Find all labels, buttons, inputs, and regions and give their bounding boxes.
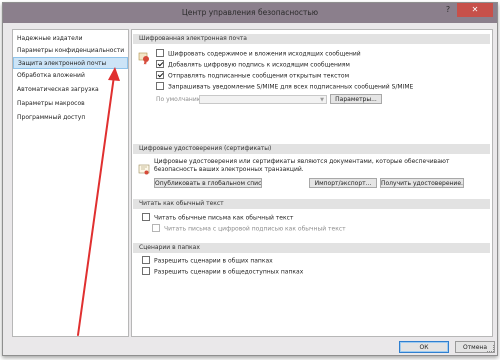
resize-grip[interactable] [487,345,494,352]
option-clear-text[interactable]: Отправлять подписанные сообщения открыты… [156,71,350,80]
public-folder-scripts-label: Разрешить сценарии в общедоступных папка… [154,268,304,276]
section-header-plain-text: Читать как обычный текст [133,199,490,209]
digital-ids-description: Цифровые удостоверения или сертификаты я… [154,158,450,173]
option-smime-receipt[interactable]: Запрашивать уведомление S/MIME для всех … [156,82,414,91]
section-header-folder-scripts: Сценарии в папках [133,243,490,253]
read-signed-plain-label: Читать письма с цифровой подписью как об… [164,225,346,233]
read-signed-plain-checkbox [152,224,160,232]
read-plain-label: Читать обычные письма как обычный текст [154,214,294,222]
certificate-icon [138,164,150,175]
option-read-signed-plain: Читать письма с цифровой подписью как об… [152,224,346,233]
chevron-down-icon: ▼ [320,97,324,103]
import-export-button[interactable]: Импорт/экспорт... [309,178,377,188]
option-sign-outgoing[interactable]: Добавлять цифровую подпись к исходящим с… [156,60,350,69]
publish-to-gal-button[interactable]: Опубликовать в глобальном списке адресов… [154,178,262,188]
option-read-plain[interactable]: Читать обычные письма как обычный текст [142,213,294,222]
help-button[interactable]: ? [439,3,457,17]
section-header-encrypted-email: Шифрованная электронная почта [133,34,490,44]
clear-text-label: Отправлять подписанные сообщения открыты… [168,72,350,80]
sidebar-item-privacy-options[interactable]: Параметры конфиденциальности [13,45,128,57]
clear-text-checkbox[interactable] [156,71,164,79]
default-setting-select[interactable]: ▼ [199,95,327,104]
sign-checkbox[interactable] [156,60,164,68]
sidebar: Надежные издатели Параметры конфиденциал… [12,29,129,337]
sign-label: Добавлять цифровую подпись к исходящим с… [168,61,350,69]
title-bar: Центр управления безопасностью ? ✕ [3,3,497,23]
trust-center-dialog: Центр управления безопасностью ? ✕ Надеж… [2,2,498,356]
sidebar-item-macro-settings[interactable]: Параметры макросов [13,98,128,110]
close-button[interactable]: ✕ [457,3,493,17]
email-settings-button[interactable]: Параметры... [330,94,382,104]
public-folder-scripts-checkbox[interactable] [142,267,150,275]
shared-folder-scripts-checkbox[interactable] [142,256,150,264]
read-plain-checkbox[interactable] [142,213,150,221]
settings-panel: Шифрованная электронная почта Шифровать … [131,29,493,337]
shared-folder-scripts-label: Разрешить сценарии в общих папках [154,257,273,265]
signed-email-icon [138,52,149,65]
sidebar-item-programmatic-access[interactable]: Программный доступ [13,112,128,124]
get-digital-id-button[interactable]: Получить удостоверение... [380,178,464,188]
option-encrypt-outgoing[interactable]: Шифровать содержимое и вложения исходящи… [156,49,361,58]
encrypt-checkbox[interactable] [156,49,164,57]
encrypt-label: Шифровать содержимое и вложения исходящи… [168,50,361,58]
section-header-digital-ids: Цифровые удостоверения (сертификаты) [133,144,490,154]
sidebar-item-email-security[interactable]: Защита электронной почты [13,57,128,69]
ok-button[interactable]: ОК [399,341,449,353]
sidebar-item-attachment-handling[interactable]: Обработка вложений [13,70,128,82]
sidebar-item-trusted-publishers[interactable]: Надежные издатели [13,33,128,45]
option-public-folder-scripts[interactable]: Разрешить сценарии в общедоступных папка… [142,267,304,276]
option-shared-folder-scripts[interactable]: Разрешить сценарии в общих папках [142,256,273,265]
default-setting-label: По умолчанию: [156,96,204,103]
window-title: Центр управления безопасностью [181,8,319,17]
smime-receipt-checkbox[interactable] [156,82,164,90]
sidebar-item-automatic-download[interactable]: Автоматическая загрузка [13,84,128,96]
smime-receipt-label: Запрашивать уведомление S/MIME для всех … [168,83,414,91]
